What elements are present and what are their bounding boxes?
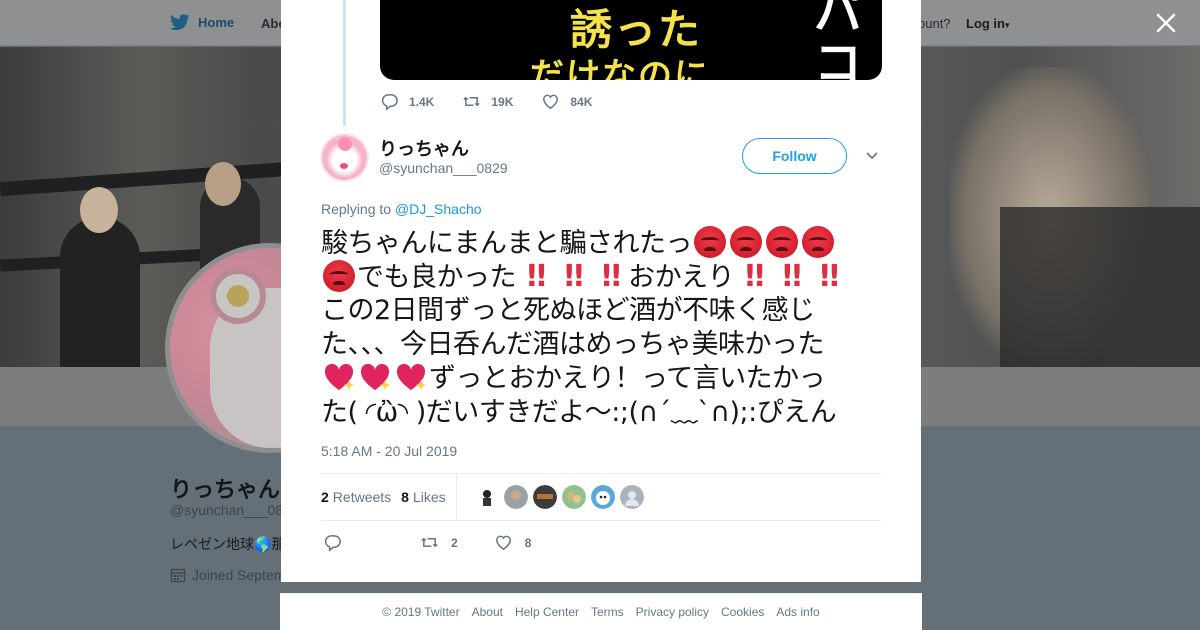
liker-avatar[interactable] [503,485,528,509]
footer-ads-link[interactable]: Ads info [776,605,819,619]
retweets-count: 2 [321,489,329,505]
retweet-action[interactable]: 2 [420,533,458,552]
tweet-line-4: た、、、今日呑んだ酒はめっちゃ美味かった [321,329,825,360]
likes-label: Likes [412,489,446,505]
footer-about-link[interactable]: About [472,605,503,619]
likes-count: 8 [401,489,409,505]
divider [321,520,881,521]
retweets-label: Retweets [332,489,392,505]
tweet-actions: 2 8 [323,533,567,552]
tweet-line-2a-text: でも良かった [357,262,517,293]
liker-avatar[interactable] [590,485,615,509]
heart-icon [495,535,511,551]
retweet-icon [421,537,438,548]
replying-prefix: Replying to [321,201,395,217]
tweet-text: 駿ちゃんにまんまと騙されたっ でも良かった!!!!!! おかえり!!!!!! この… [321,226,881,430]
tweet-line-1-text: 駿ちゃんにまんまと騙されたっ [321,228,693,259]
close-icon[interactable] [1155,12,1177,34]
liker-avatar[interactable] [532,485,557,509]
double-exclamation-icon: !! [599,259,623,294]
profile-bio: レペゼン地球🌎那 [170,536,286,552]
footer-copyright: © 2019 Twitter [382,605,460,619]
tweet-line-1: 駿ちゃんにまんまと騙されたっ [321,226,881,260]
tweet-line-2b-text: おかえり [628,262,735,293]
author-name[interactable]: りっちゃん [379,135,469,161]
profile-handle: @syunchan___08 [170,502,284,518]
sparkling-heart-icon [324,363,354,390]
double-exclamation-icon: !! [743,259,766,294]
liker-avatar[interactable] [474,485,499,509]
tweet-line-2: でも良かった!!!!!! おかえり!!!!!! [321,260,881,294]
liker-avatar[interactable] [561,485,586,509]
author-avatar[interactable] [320,133,369,182]
tweet-line-5: ずっとおかえり！って言いたかっ [321,362,881,396]
reply-icon [381,94,398,111]
thread-connector-line [343,0,346,126]
nav-home-label: Home [198,15,235,30]
retweet-action-count: 2 [451,535,458,550]
profile-joined-label: Joined Septem [192,567,286,583]
follow-button[interactable]: Follow [742,138,847,174]
double-exclamation-icon: !! [562,259,585,294]
footer-help-link[interactable]: Help Center [515,605,579,619]
prev-like-count: 84K [570,94,593,109]
login-link[interactable]: Log in▾ [966,16,1010,31]
footer-terms-link[interactable]: Terms [591,605,624,619]
retweet-icon [463,96,480,107]
media-text-line-2: だけなのに [530,56,710,80]
like-action[interactable]: 8 [494,533,532,552]
twitter-bird-icon [170,14,190,31]
footer: © 2019 Twitter About Help Center Terms P… [280,593,922,630]
tweet-line-5-text: ずっとおかえり！って言いたかっ [429,363,826,394]
replying-to: Replying to @DJ_Shacho [321,201,482,217]
tweet-stats: 2 Retweets 8 Likes [321,474,881,520]
liker-avatar[interactable] [619,485,644,509]
sparkling-heart-icon [396,363,426,390]
tweet-line-3: この2日間ずっと死ぬほど酒が不味く感じ [321,295,815,326]
likes-stat[interactable]: 8 Likes [401,489,445,505]
like-action-count: 8 [524,535,532,550]
profile-name: りっちゃん [170,477,281,502]
angry-face-icon [766,226,798,258]
caret-down-icon: ▾ [1005,20,1010,30]
prev-reply-count: 1.4K [409,94,435,109]
angry-face-icon [323,260,355,292]
tweet-timestamp[interactable]: 5:18 AM - 20 Jul 2019 [321,443,457,459]
nav-home-link[interactable]: Home [170,14,234,31]
more-options-chevron-icon[interactable] [865,150,879,162]
angry-face-icon [730,226,762,258]
reply-action[interactable] [323,533,342,552]
previous-tweet-media[interactable]: 誘った だけなのに パコ [380,0,882,80]
footer-cookies-link[interactable]: Cookies [721,605,764,619]
double-exclamation-icon: !! [525,259,548,294]
login-label: Log in [966,16,1005,31]
angry-face-icon [694,226,726,258]
divider [455,474,457,520]
prev-retweet-action[interactable]: 19K [462,92,513,111]
media-text-line-3: パコ [814,0,863,80]
prev-like-action[interactable]: 84K [541,92,592,111]
double-exclamation-icon: !! [817,259,841,294]
reply-icon [324,535,341,552]
replying-to-link[interactable]: @DJ_Shacho [395,201,482,217]
previous-tweet-actions: 1.4K 19K 84K [380,92,620,111]
author-handle[interactable]: @syunchan___0829 [379,160,508,176]
profile-joined: Joined Septem [170,567,285,583]
prev-reply-action[interactable]: 1.4K [380,92,434,111]
liker-avatars [474,485,644,509]
sparkling-heart-icon [360,363,390,390]
prev-retweet-count: 19K [491,94,514,109]
retweets-stat[interactable]: 2 Retweets [321,489,391,505]
heart-icon [543,94,559,110]
footer-privacy-link[interactable]: Privacy policy [636,605,709,619]
tweet-line-6: た( ◜ὢ◝ )だいすきだよ〜:;(∩´﹏`∩);:ぴえん [321,397,837,428]
angry-face-icon [802,226,834,258]
calendar-icon [170,568,186,583]
double-exclamation-icon: !! [780,259,804,294]
